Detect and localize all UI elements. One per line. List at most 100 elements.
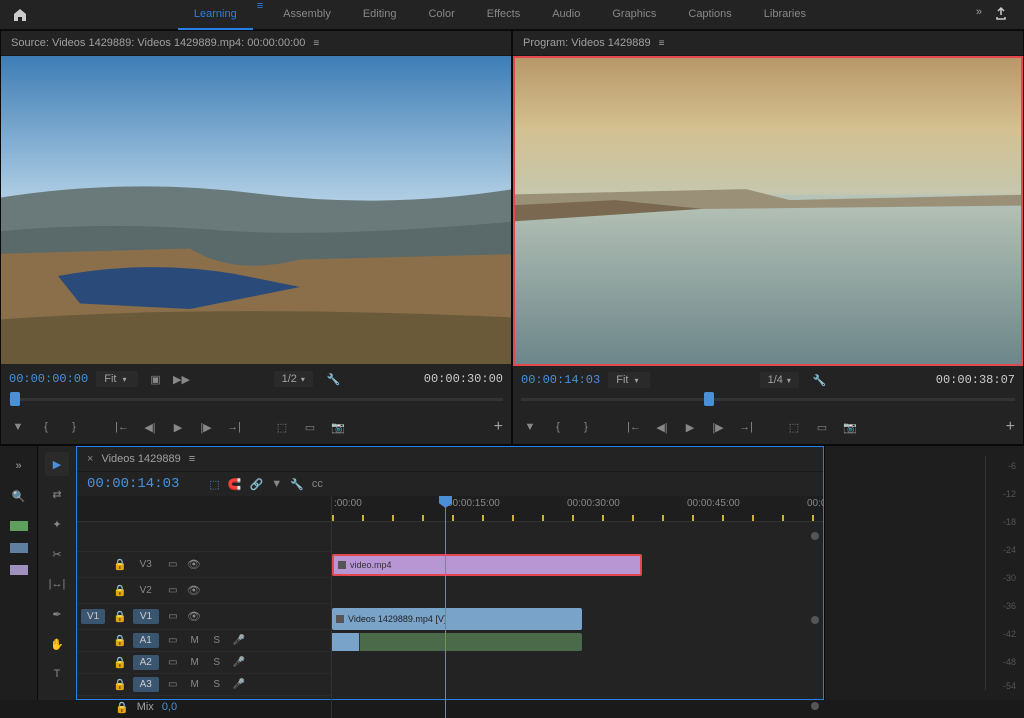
solo-button[interactable]: S (209, 635, 225, 646)
lock-icon[interactable]: 🔒 (113, 610, 127, 623)
mix-value[interactable]: 0,0 (162, 701, 177, 713)
timeline-timecode[interactable]: 00:00:14:03 (87, 476, 179, 492)
home-icon[interactable] (0, 7, 40, 23)
track-header-v2[interactable]: 🔒 V2 ▭ 👁 (77, 578, 331, 604)
track-header-a2[interactable]: 🔒 A2 ▭ M S 🎤 (77, 652, 331, 674)
lock-icon[interactable]: 🔒 (113, 678, 127, 691)
scroll-indicator[interactable] (811, 532, 819, 540)
mute-button[interactable]: M (187, 679, 203, 690)
source-patch-icon[interactable]: ▭ (165, 559, 181, 570)
track-header-a1[interactable]: 🔒 A1 ▭ M S 🎤 (77, 630, 331, 652)
insert-icon[interactable]: ▣ (146, 370, 164, 388)
program-fit-dropdown[interactable]: Fit▾ (608, 372, 650, 388)
go-to-out-icon[interactable]: →| (225, 418, 243, 436)
settings-icon[interactable]: 🔧 (327, 373, 341, 386)
panel-menu-icon[interactable]: ≡ (313, 38, 319, 49)
program-scale-dropdown[interactable]: 1/4▾ (760, 372, 799, 388)
play-icon[interactable]: ▶ (681, 418, 699, 436)
source-viewer[interactable] (1, 56, 511, 364)
solo-button[interactable]: S (209, 679, 225, 690)
overflow-icon[interactable]: » (976, 6, 982, 23)
workspace-tab-color[interactable]: Color (412, 0, 470, 30)
clip-audio-a1[interactable] (332, 633, 582, 651)
clip-video-mp4[interactable]: video.mp4 (332, 554, 642, 576)
overwrite-clip-icon[interactable]: ▭ (301, 418, 319, 436)
timeline-tracks[interactable]: :00:00 00:00:15:00 00:00:30:00 00:00:45:… (332, 496, 823, 718)
lift-icon[interactable]: ⬚ (785, 418, 803, 436)
in-point-icon[interactable]: { (37, 418, 55, 436)
in-point-icon[interactable]: { (549, 418, 567, 436)
label-swatch-blue[interactable] (10, 543, 28, 553)
workspace-menu-icon[interactable]: ≡ (253, 0, 267, 30)
program-timecode-in[interactable]: 00:00:14:03 (521, 373, 600, 387)
add-button-icon[interactable]: + (494, 418, 503, 436)
source-scale-dropdown[interactable]: 1/2▾ (274, 371, 313, 387)
eye-icon[interactable]: 👁 (187, 584, 201, 597)
type-tool[interactable]: T (45, 662, 69, 686)
source-patch-icon[interactable]: ▭ (165, 635, 181, 646)
pen-tool[interactable]: ✒ (45, 602, 69, 626)
workspace-tab-effects[interactable]: Effects (471, 0, 536, 30)
play-icon[interactable]: ▶ (169, 418, 187, 436)
lock-icon[interactable]: 🔒 (115, 701, 129, 714)
search-icon[interactable]: 🔍 (6, 484, 32, 509)
insert-clip-icon[interactable]: ⬚ (273, 418, 291, 436)
slip-tool[interactable]: |↔| (45, 572, 69, 596)
overflow-icon[interactable]: » (9, 454, 27, 478)
mute-button[interactable]: M (187, 635, 203, 646)
program-viewer[interactable] (513, 56, 1023, 366)
marker-icon[interactable]: ▼ (521, 418, 539, 436)
linked-selection-icon[interactable]: 🔗 (250, 478, 264, 491)
settings-icon[interactable]: 🔧 (290, 478, 304, 491)
workspace-tab-assembly[interactable]: Assembly (267, 0, 347, 30)
lock-icon[interactable]: 🔒 (113, 656, 127, 669)
source-scrubber[interactable] (9, 392, 503, 412)
go-to-out-icon[interactable]: →| (737, 418, 755, 436)
source-patch-icon[interactable]: ▭ (165, 611, 181, 622)
clip-videos-1429889[interactable]: Videos 1429889.mp4 [V] (332, 608, 582, 630)
solo-button[interactable]: S (209, 657, 225, 668)
workspace-tab-audio[interactable]: Audio (536, 0, 596, 30)
source-fit-dropdown[interactable]: Fit▾ (96, 371, 138, 387)
workspace-tab-learning[interactable]: Learning (178, 0, 253, 30)
step-back-icon[interactable]: ◀| (653, 418, 671, 436)
track-select-tool[interactable]: ⇄ (45, 482, 69, 506)
extract-icon[interactable]: ▭ (813, 418, 831, 436)
mute-button[interactable]: M (187, 657, 203, 668)
cc-icon[interactable]: cc (312, 478, 323, 490)
share-icon[interactable] (994, 6, 1008, 23)
voiceover-icon[interactable]: 🎤 (231, 679, 247, 690)
track-header-v1[interactable]: V1 🔒 V1 ▭ 👁 (77, 604, 331, 630)
program-scrubber[interactable] (521, 392, 1015, 412)
razor-tool[interactable]: ✂ (45, 542, 69, 566)
source-timecode-in[interactable]: 00:00:00:00 (9, 372, 88, 386)
export-frame-icon[interactable]: 📷 (329, 418, 347, 436)
export-frame-icon[interactable]: 📷 (841, 418, 859, 436)
track-header-v3[interactable]: 🔒 V3 ▭ 👁 (77, 552, 331, 578)
workspace-tab-libraries[interactable]: Libraries (748, 0, 822, 30)
close-icon[interactable]: × (87, 453, 93, 465)
settings-icon[interactable]: 🔧 (813, 374, 827, 387)
workspace-tab-editing[interactable]: Editing (347, 0, 413, 30)
panel-menu-icon[interactable]: ≡ (189, 453, 195, 465)
voiceover-icon[interactable]: 🎤 (231, 657, 247, 668)
v1-source-target[interactable]: V1 (81, 609, 105, 624)
clip-audio-handle[interactable] (332, 633, 360, 651)
marker-icon[interactable]: ▼ (9, 418, 27, 436)
snap-icon[interactable]: 🧲 (228, 478, 242, 491)
lock-icon[interactable]: 🔒 (113, 634, 127, 647)
hand-tool[interactable]: ✋ (45, 632, 69, 656)
step-fwd-icon[interactable]: |▶ (197, 418, 215, 436)
out-point-icon[interactable]: } (577, 418, 595, 436)
overwrite-icon[interactable]: ▶▶ (172, 370, 190, 388)
label-swatch-lavender[interactable] (10, 565, 28, 575)
source-patch-icon[interactable]: ▭ (165, 585, 181, 596)
selection-tool[interactable]: ▶ (45, 452, 69, 476)
workspace-tab-graphics[interactable]: Graphics (596, 0, 672, 30)
eye-icon[interactable]: 👁 (187, 610, 201, 623)
eye-icon[interactable]: 👁 (187, 558, 201, 571)
nest-icon[interactable]: ⬚ (209, 478, 219, 491)
step-back-icon[interactable]: ◀| (141, 418, 159, 436)
time-ruler[interactable]: :00:00 00:00:15:00 00:00:30:00 00:00:45:… (332, 496, 823, 522)
label-swatch-green[interactable] (10, 521, 28, 531)
